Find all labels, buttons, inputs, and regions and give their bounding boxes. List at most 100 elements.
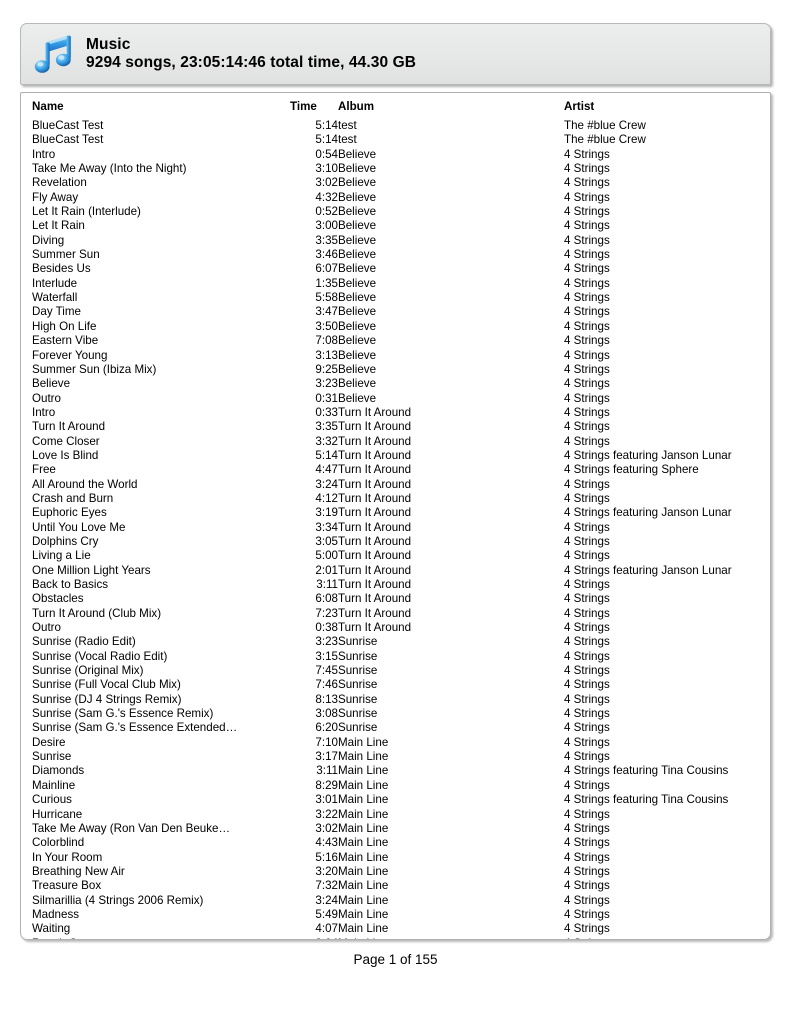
cell-time: 5:00 bbox=[315, 549, 338, 563]
cell-artist: 4 Strings bbox=[564, 377, 610, 391]
table-row[interactable]: Reach Out3:04Main Line4 Strings bbox=[32, 937, 761, 939]
cell-name: Let It Rain (Interlude) bbox=[32, 205, 141, 219]
table-row[interactable]: BlueCast Test 5:14 test The #blue Crew bbox=[32, 119, 761, 133]
table-row[interactable]: Dolphins Cry 3:05 Turn It Around 4 Strings bbox=[32, 535, 761, 549]
table-row[interactable]: Eastern Vibe 7:08 Believe 4 Strings bbox=[32, 334, 761, 348]
cell-artist: 4 Strings bbox=[564, 893, 610, 907]
table-row[interactable]: Colorblind 4:43 Main Line 4 Strings bbox=[32, 836, 761, 850]
table-row[interactable]: Come Closer 3:32 Turn It Around 4 Strings bbox=[32, 435, 761, 449]
table-row[interactable]: Sunrise (Original Mix) 7:45 Sunrise 4 Strin… bbox=[32, 664, 761, 678]
cell-artist: 4 Strings bbox=[564, 707, 610, 721]
cell-name: Sunrise (Radio Edit) bbox=[32, 635, 136, 649]
table-row[interactable]: Besides Us 6:07 Believe 4 Strings bbox=[32, 262, 761, 276]
table-row[interactable]: Crash and Burn 4:12 Turn It Around 4 String… bbox=[32, 492, 761, 506]
cell-time: 2:01 bbox=[315, 563, 338, 577]
table-row[interactable]: Breathing New Air 3:20 Main Line 4 Strings bbox=[32, 865, 761, 879]
table-row[interactable]: Forever Young 3:13 Believe 4 Strings bbox=[32, 349, 761, 363]
table-row[interactable]: Waiting 4:07 Main Line 4 Strings bbox=[32, 922, 761, 936]
cell-name: Sunrise (Vocal Radio Edit) bbox=[32, 649, 168, 663]
cell-name: Sunrise (Original Mix) bbox=[32, 664, 144, 678]
table-row[interactable]: Silmarillia (4 Strings 2006 Remix) 3:24 Ma… bbox=[32, 894, 761, 908]
cell-name: Reach Out bbox=[32, 937, 290, 939]
table-row[interactable]: Intro 0:54 Believe 4 Strings bbox=[32, 148, 761, 162]
table-row[interactable]: Living a Lie 5:00 Turn It Around 4 Strings bbox=[32, 549, 761, 563]
table-row[interactable]: Let It Rain (Interlude) 0:52 Believe 4 Stri… bbox=[32, 205, 761, 219]
table-row[interactable]: Euphoric Eyes 3:19 Turn It Around 4 Strings… bbox=[32, 506, 761, 520]
table-row[interactable]: Waterfall 5:58 Believe 4 Strings bbox=[32, 291, 761, 305]
table-row[interactable]: Free 4:47 Turn It Around 4 Strings featurin… bbox=[32, 463, 761, 477]
cell-time: 3:15 bbox=[315, 649, 338, 663]
table-row[interactable]: Turn It Around (Club Mix) 7:23 Turn It Aro… bbox=[32, 607, 761, 621]
cell-time: 5:14 bbox=[315, 448, 338, 462]
cell-name: Intro bbox=[32, 147, 56, 161]
table-row[interactable]: Until You Love Me 3:34 Turn It Around 4 Str… bbox=[32, 521, 761, 535]
table-row[interactable]: Revelation 3:02 Believe 4 Strings bbox=[32, 176, 761, 190]
table-row[interactable]: One Million Light Years 2:01 Turn It Aroun… bbox=[32, 564, 761, 578]
cell-time: 3:02 bbox=[315, 821, 338, 835]
table-row[interactable]: Turn It Around 3:35 Turn It Around 4 String… bbox=[32, 420, 761, 434]
cell-album: Believe bbox=[338, 334, 377, 348]
cell-album: Believe bbox=[338, 205, 377, 219]
cell-artist: 4 Strings bbox=[564, 305, 610, 319]
column-header-time[interactable]: Time bbox=[290, 100, 338, 119]
cell-name: Revelation bbox=[32, 176, 87, 190]
table-row[interactable]: In Your Room 5:16 Main Line 4 Strings bbox=[32, 851, 761, 865]
cell-name: High On Life bbox=[32, 319, 97, 333]
cell-time: 5:58 bbox=[315, 291, 338, 305]
table-row[interactable]: Mainline 8:29 Main Line 4 Strings bbox=[32, 779, 761, 793]
table-row[interactable]: Sunrise (Sam G.'s Essence Extended… 6:20 S… bbox=[32, 721, 761, 735]
table-row[interactable]: Madness 5:49 Main Line 4 Strings bbox=[32, 908, 761, 922]
cell-album: Turn It Around bbox=[338, 592, 412, 606]
table-row[interactable]: High On Life 3:50 Believe 4 Strings bbox=[32, 320, 761, 334]
table-row[interactable]: Desire 7:10 Main Line 4 Strings bbox=[32, 736, 761, 750]
table-row[interactable]: All Around the World 3:24 Turn It Around 4 … bbox=[32, 478, 761, 492]
cell-time: 0:33 bbox=[315, 405, 338, 419]
table-row[interactable]: Sunrise 3:17 Main Line 4 Strings bbox=[32, 750, 761, 764]
cell-name: Euphoric Eyes bbox=[32, 506, 107, 520]
table-row[interactable]: Day Time 3:47 Believe 4 Strings bbox=[32, 305, 761, 319]
table-row[interactable]: Take Me Away (Into the Night) 3:10 Believe… bbox=[32, 162, 761, 176]
cell-time: 3:10 bbox=[315, 162, 338, 176]
table-row[interactable]: Sunrise (Sam G.'s Essence Remix) 3:08 Sunr… bbox=[32, 707, 761, 721]
table-row[interactable]: Fly Away 4:32 Believe 4 Strings bbox=[32, 191, 761, 205]
cell-name: Take Me Away (Ron Van Den Beuke… bbox=[32, 821, 231, 835]
table-row[interactable]: Summer Sun 3:46 Believe 4 Strings bbox=[32, 248, 761, 262]
table-row[interactable]: Treasure Box 7:32 Main Line 4 Strings bbox=[32, 879, 761, 893]
table-row[interactable]: Back to Basics 3:11 Turn It Around 4 String… bbox=[32, 578, 761, 592]
table-row[interactable]: Sunrise (Vocal Radio Edit) 3:15 Sunrise 4 S… bbox=[32, 650, 761, 664]
cell-name: Come Closer bbox=[32, 434, 100, 448]
table-row[interactable]: Summer Sun (Ibiza Mix) 9:25 Believe 4 Strin… bbox=[32, 363, 761, 377]
table-row[interactable]: Outro 0:31 Believe 4 Strings bbox=[32, 392, 761, 406]
table-row[interactable]: Love Is Blind 5:14 Turn It Around 4 Strings… bbox=[32, 449, 761, 463]
cell-artist: 4 Strings bbox=[564, 348, 610, 362]
cell-artist: 4 Strings bbox=[564, 391, 610, 405]
table-row[interactable]: Let It Rain 3:00 Believe 4 Strings bbox=[32, 219, 761, 233]
table-row[interactable]: Obstacles 6:08 Turn It Around 4 Strings bbox=[32, 592, 761, 606]
cell-name: Desire bbox=[32, 735, 66, 749]
table-row[interactable]: Diving 3:35 Believe 4 Strings bbox=[32, 234, 761, 248]
cell-album: Turn It Around bbox=[338, 434, 412, 448]
cell-artist: 4 Strings bbox=[564, 807, 610, 821]
table-row[interactable]: Believe 3:23 Believe 4 Strings bbox=[32, 377, 761, 391]
cell-album: Main Line bbox=[338, 907, 389, 921]
table-row[interactable]: Diamonds 3:11 Main Line 4 Strings featuring… bbox=[32, 764, 761, 778]
table-row[interactable]: Sunrise (DJ 4 Strings Remix) 8:13 Sunrise 4… bbox=[32, 693, 761, 707]
cell-name: One Million Light Years bbox=[32, 563, 151, 577]
table-row[interactable]: BlueCast Test 5:14 test The #blue Crew bbox=[32, 133, 761, 147]
cell-album: test bbox=[338, 119, 357, 132]
table-row[interactable]: Sunrise (Radio Edit) 3:23 Sunrise 4 Strings bbox=[32, 635, 761, 649]
cell-album: Main Line bbox=[338, 850, 389, 864]
column-header-album[interactable]: Album bbox=[338, 100, 564, 119]
column-header-artist[interactable]: Artist bbox=[564, 100, 761, 119]
column-header-name[interactable]: Name bbox=[32, 100, 290, 119]
table-row[interactable]: Intro 0:33 Turn It Around 4 Strings bbox=[32, 406, 761, 420]
table-row[interactable]: Outro 0:38 Turn It Around 4 Strings bbox=[32, 621, 761, 635]
table-row[interactable]: Curious 3:01 Main Line 4 Strings featuring … bbox=[32, 793, 761, 807]
cell-time: 3:20 bbox=[315, 864, 338, 878]
table-row[interactable]: Interlude 1:35 Believe 4 Strings bbox=[32, 277, 761, 291]
table-row[interactable]: Take Me Away (Ron Van Den Beuke… 3:02 Main… bbox=[32, 822, 761, 836]
table-row[interactable]: Hurricane 3:22 Main Line 4 Strings bbox=[32, 808, 761, 822]
cell-artist: 4 Strings bbox=[564, 362, 610, 376]
cell-album: Main Line bbox=[338, 778, 389, 792]
table-row[interactable]: Sunrise (Full Vocal Club Mix) 7:46 Sunrise… bbox=[32, 678, 761, 692]
